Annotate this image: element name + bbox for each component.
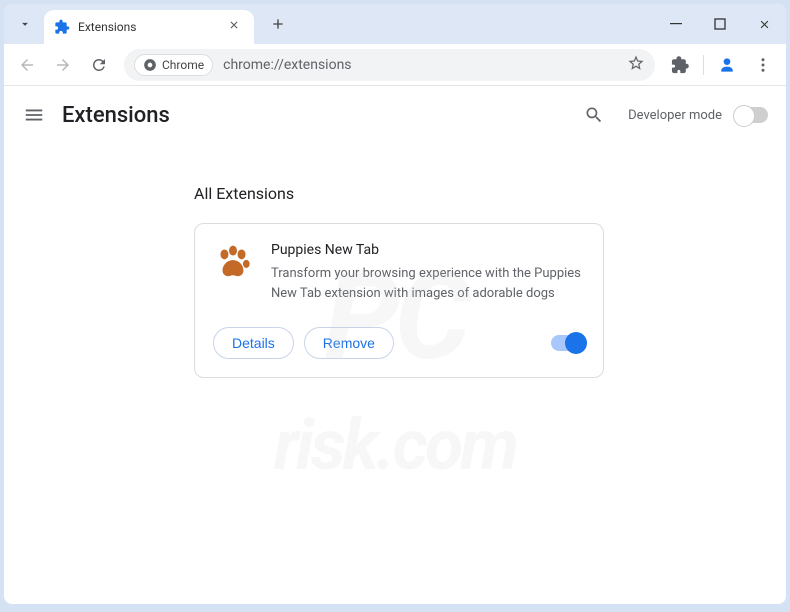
extension-card: Puppies New Tab Transform your browsing … bbox=[194, 223, 604, 378]
toolbar: Chrome chrome://extensions bbox=[4, 44, 786, 86]
new-tab-button[interactable] bbox=[264, 10, 292, 38]
details-button[interactable]: Details bbox=[213, 327, 294, 359]
bookmark-star-icon[interactable] bbox=[627, 54, 645, 76]
remove-button[interactable]: Remove bbox=[304, 327, 394, 359]
window-controls bbox=[654, 4, 786, 44]
back-button[interactable] bbox=[10, 48, 44, 82]
browser-tab[interactable]: Extensions bbox=[44, 10, 254, 44]
site-chip[interactable]: Chrome bbox=[134, 54, 213, 76]
extension-enable-toggle[interactable] bbox=[551, 335, 585, 351]
hamburger-menu-icon[interactable] bbox=[22, 103, 46, 127]
tab-title: Extensions bbox=[78, 20, 224, 34]
content-area: All Extensions Puppies New Tab Transform… bbox=[4, 144, 786, 398]
kebab-menu-button[interactable] bbox=[746, 48, 780, 82]
extension-puzzle-icon bbox=[54, 19, 70, 35]
search-icon[interactable] bbox=[576, 97, 612, 133]
url-text: chrome://extensions bbox=[223, 57, 351, 73]
chrome-icon bbox=[143, 58, 157, 72]
maximize-button[interactable] bbox=[698, 4, 742, 44]
developer-mode-control: Developer mode bbox=[628, 107, 768, 123]
extension-description: Transform your browsing experience with … bbox=[271, 264, 585, 303]
address-bar[interactable]: Chrome chrome://extensions bbox=[124, 49, 655, 81]
site-chip-label: Chrome bbox=[162, 58, 204, 72]
developer-mode-label: Developer mode bbox=[628, 108, 722, 123]
tab-list-dropdown[interactable] bbox=[10, 10, 40, 38]
extension-name: Puppies New Tab bbox=[271, 242, 585, 258]
forward-button[interactable] bbox=[46, 48, 80, 82]
page-title: Extensions bbox=[62, 103, 170, 128]
minimize-button[interactable] bbox=[654, 4, 698, 44]
close-tab-icon[interactable] bbox=[224, 17, 244, 37]
reload-button[interactable] bbox=[82, 48, 116, 82]
page-header: Extensions Developer mode bbox=[4, 86, 786, 144]
paw-icon bbox=[213, 242, 253, 282]
developer-mode-toggle[interactable] bbox=[734, 107, 768, 123]
section-title: All Extensions bbox=[194, 184, 766, 203]
profile-button[interactable] bbox=[710, 48, 744, 82]
separator bbox=[703, 55, 704, 75]
titlebar: Extensions bbox=[4, 4, 786, 44]
extensions-puzzle-button[interactable] bbox=[663, 48, 697, 82]
close-window-button[interactable] bbox=[742, 4, 786, 44]
